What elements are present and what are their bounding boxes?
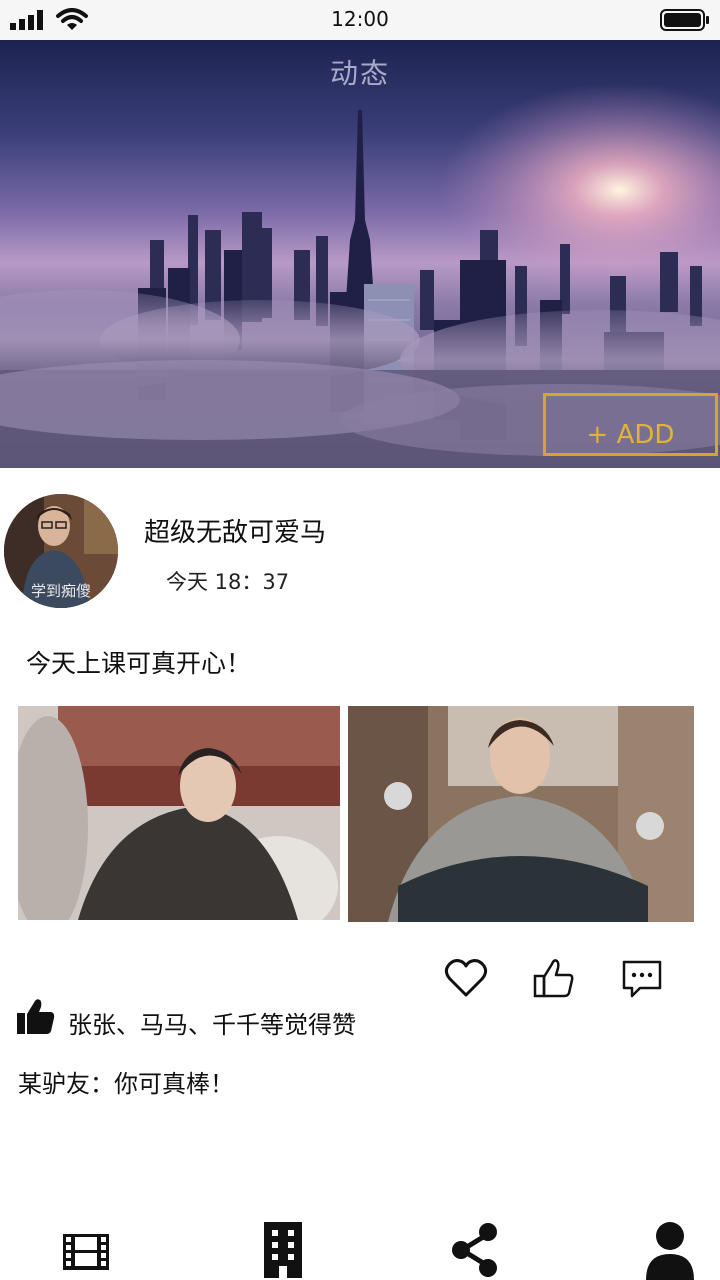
share-icon	[452, 1223, 497, 1277]
likes-text: 张张、马马、千千等觉得赞	[68, 1011, 356, 1039]
nav-item-building[interactable]	[256, 1218, 312, 1280]
post-text: 今天上课可真开心！	[26, 649, 252, 678]
thumbs-up-filled-icon	[17, 999, 55, 1034]
heart-icon[interactable]	[444, 956, 488, 1000]
post-photo[interactable]	[348, 706, 694, 922]
photo-image	[348, 706, 694, 922]
building-icon	[264, 1222, 302, 1278]
bottom-nav	[0, 1210, 720, 1280]
add-button[interactable]: + ADD	[543, 393, 718, 456]
post-timestamp: 今天 18：37	[166, 570, 290, 594]
comment-icon[interactable]	[620, 956, 664, 1000]
thumbs-up-icon[interactable]	[532, 956, 576, 1000]
film-icon	[63, 1234, 109, 1270]
status-bar: 12:00	[0, 0, 720, 40]
nav-item-profile[interactable]	[642, 1218, 698, 1280]
photo-image	[18, 706, 340, 920]
status-time: 12:00	[331, 7, 389, 31]
battery-icon	[660, 9, 709, 31]
avatar-caption: 学到痴傻	[30, 582, 91, 600]
user-icon	[646, 1222, 694, 1280]
nav-item-share[interactable]	[448, 1218, 504, 1280]
page-title: 动态	[329, 57, 390, 90]
comment-text: 某驴友：你可真棒！	[18, 1070, 234, 1098]
post-photo[interactable]	[18, 706, 340, 920]
banner-image: 动态 + ADD	[0, 40, 720, 468]
username[interactable]: 超级无敌可爱马	[144, 512, 326, 549]
avatar[interactable]: 学到痴傻	[4, 494, 118, 608]
nav-item-film[interactable]	[58, 1218, 114, 1280]
